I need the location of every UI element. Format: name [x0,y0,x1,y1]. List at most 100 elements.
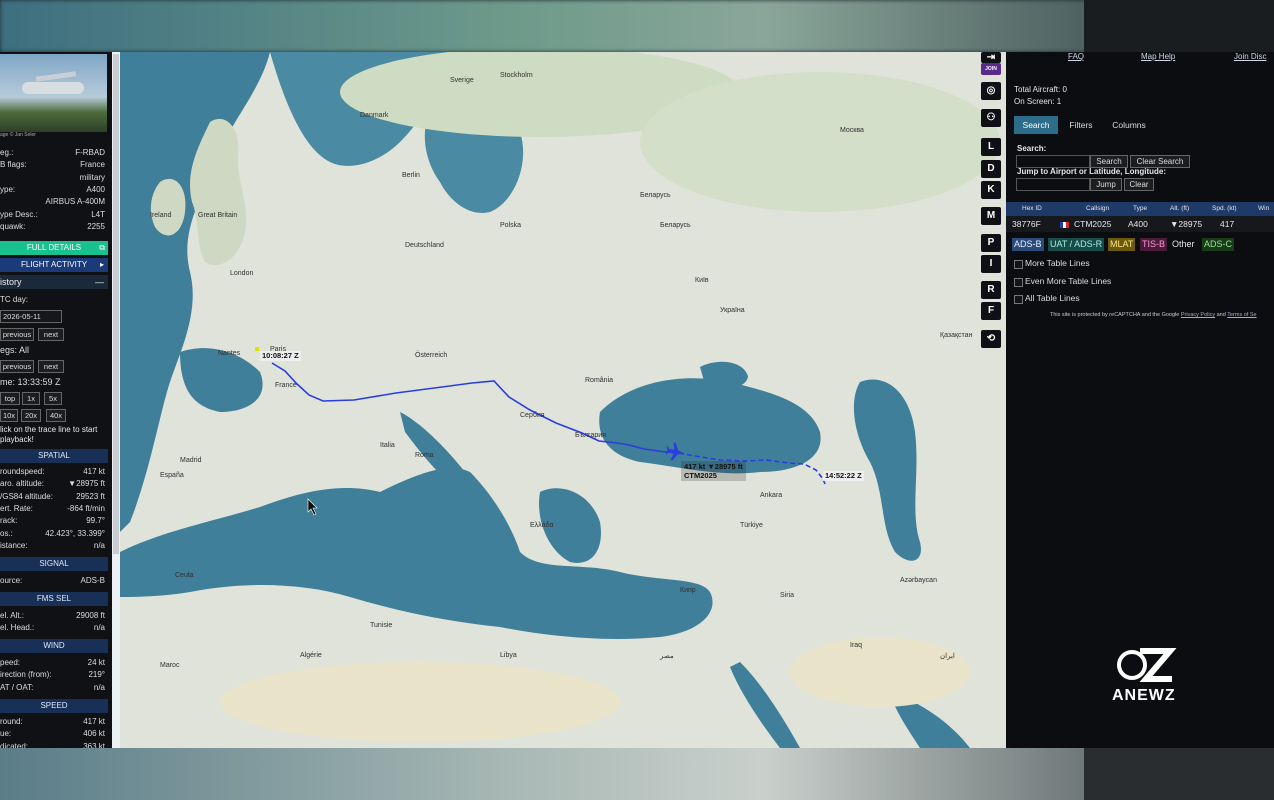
jump-button[interactable]: Jump [1090,178,1122,191]
privacy-policy-link[interactable]: Privacy Policy [1181,312,1215,318]
all-table-lines-checkbox[interactable] [1014,295,1023,304]
source-chip[interactable]: ADS-C [1202,238,1235,251]
playback-hint: lick on the trace line to start playback… [0,425,98,444]
wind-section-header[interactable]: WIND [0,639,108,653]
reset-icon[interactable]: ⟲ [981,330,1001,348]
col-speed[interactable]: Spd. (kt) [1212,202,1237,216]
sidebar-scrollbar[interactable] [112,52,120,748]
spatial-section-header[interactable]: SPATIAL [0,449,108,463]
track-start-marker [255,347,259,351]
next-leg-button[interactable]: next [38,360,64,373]
info-value: 42.423°, 33.399° [45,528,105,538]
external-link-icon: ⧉ [99,243,105,252]
col-alt[interactable]: Alt. (ft) [1170,202,1189,216]
legs-label: egs: All [0,345,30,355]
previous-leg-button[interactable]: previous [0,360,34,373]
collapse-icon: — [95,277,104,287]
stop-button[interactable]: top [0,392,20,405]
p-button[interactable]: P [981,234,1001,252]
col-hex-id[interactable]: Hex ID [1022,202,1042,216]
info-row: ype Desc.: L4T [0,209,107,221]
map-help-link[interactable]: Map Help [1141,52,1175,61]
history-header[interactable]: istory — [0,275,108,289]
map-place-label: România [585,377,614,384]
col-wind[interactable]: Win [1258,202,1269,216]
terms-link[interactable]: Terms of Se [1227,312,1256,318]
info-key: ert. Rate: [0,503,33,513]
previous-day-button[interactable]: previous [0,328,34,341]
speed-1x-button[interactable]: 1x [22,392,40,405]
join-button[interactable]: JOIN [981,63,1001,75]
i-button[interactable]: I [981,255,1001,273]
info-key: rack: [0,516,18,526]
tab-search[interactable]: Search [1014,116,1058,134]
photo-credit: age © Jan Seler [0,132,36,138]
join-discord-link[interactable]: Join Disc [1234,52,1266,61]
info-value: A400 [86,184,105,194]
speed-section-header[interactable]: SPEED [0,699,108,713]
signal-section-header[interactable]: SIGNAL [0,557,108,571]
speed-20x-button[interactable]: 20x [21,409,41,422]
utc-day-input[interactable]: 2026-05-11 [0,310,62,323]
video-frame-bottom-dark [1084,748,1274,800]
info-value: n/a [93,623,105,633]
full-details-button[interactable]: FULL DETAILS ⧉ [0,241,108,255]
aircraft-info-sidebar: age © Jan Seler eg.: F-RBAD B flags: France… [0,52,112,748]
map-place-label: Danmark [360,112,389,119]
flight-map[interactable]: 10:08:27 Z 14:52:22 Z 417 kt ▼28975 ft C… [120,52,1006,748]
more-table-lines-checkbox[interactable] [1014,260,1023,269]
speed-5x-button[interactable]: 5x [44,392,62,405]
source-chip[interactable]: ADS-B [1012,238,1044,251]
map-place-label: Polska [500,222,522,229]
tab-filters[interactable]: Filters [1062,116,1100,134]
flight-activity-button[interactable]: FLIGHT ACTIVITY ▸ [0,258,108,272]
speed-10x-button[interactable]: 10x [0,409,18,422]
search-label: Search: [1017,144,1047,153]
m-button[interactable]: M [981,207,1001,225]
layers-icon[interactable]: ⚇ [981,109,1001,127]
aircraft-photo[interactable] [0,54,107,132]
jump-input[interactable] [1016,178,1090,191]
map-place-label: Österreich [415,352,448,359]
next-day-button[interactable]: next [38,328,64,341]
sidebar-scrollbar-thumb[interactable] [113,54,119,554]
source-chip[interactable]: MLAT [1108,238,1136,251]
col-callsign[interactable]: Callsign [1086,202,1109,216]
aircraft-wing [35,71,77,82]
aircraft-label[interactable]: 417 kt ▼28975 ft CTM2025 [681,461,746,481]
playback-time: me: 13:33:59 Z [0,377,61,387]
labels-button[interactable]: L [981,138,1001,156]
d-button[interactable]: D [981,160,1001,178]
bay-of-biscay [180,348,263,412]
source-chip[interactable]: UAT / ADS-R [1048,238,1105,251]
flight-activity-label: FLIGHT ACTIVITY [20,260,88,269]
f-button[interactable]: F [981,302,1001,320]
aircraft-fuselage [22,82,84,94]
r-button[interactable]: R [981,281,1001,299]
info-row: ert. Rate: -864 ft/min [0,503,107,515]
info-row: quawk: 2255 [0,221,107,233]
source-chip[interactable]: Other [1170,238,1197,251]
more-table-lines-label: More Table Lines [1025,258,1090,268]
source-chip[interactable]: TIS-B [1140,238,1168,251]
info-key: AT / OAT: [0,682,34,692]
map-place-label: London [230,270,254,277]
fms-section-header[interactable]: FMS SEL [0,592,108,606]
full-details-label: FULL DETAILS [26,243,82,252]
tab-columns[interactable]: Columns [1104,116,1154,134]
speed-40x-button[interactable]: 40x [46,409,66,422]
col-type[interactable]: Type [1133,202,1147,216]
even-more-table-lines-checkbox[interactable] [1014,278,1023,287]
exit-icon[interactable]: ⇥ [981,52,1001,63]
info-value: 29008 ft [76,611,105,620]
clear-button[interactable]: Clear [1124,178,1154,191]
k-button[interactable]: K [981,181,1001,199]
map-place-label: Москва [840,127,864,134]
faq-link[interactable]: FAQ [1068,52,1084,61]
table-row[interactable]: 38776F CTM2025 A400 ▼28975 417 [1006,216,1274,232]
info-key: istance: [0,540,28,550]
on-screen-count: On Screen: 1 [1014,97,1062,106]
info-value: 417 kt [83,467,105,476]
locate-icon[interactable]: ◎ [981,82,1001,100]
info-value: military [79,172,105,182]
